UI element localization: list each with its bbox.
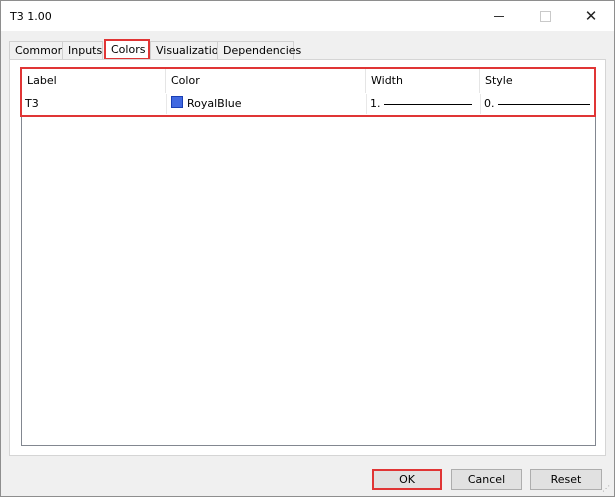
row-width-cell[interactable]: 1.	[366, 94, 480, 114]
list-header: Label Color Width Style	[22, 69, 595, 93]
color-swatch	[171, 96, 183, 108]
table-row[interactable]: T3 RoyalBlue 1. 0.	[22, 94, 595, 114]
style-line-preview	[498, 103, 590, 105]
row-style-cell[interactable]: 0.	[480, 94, 597, 114]
tab-dependencies[interactable]: Dependencies	[217, 41, 301, 59]
resize-grip-icon[interactable]: ⋰	[602, 484, 612, 494]
maximize-icon	[539, 10, 551, 22]
row-label: T3	[25, 97, 39, 110]
window-title: T3 1.00	[10, 10, 52, 23]
header-color[interactable]: Color	[166, 69, 366, 93]
tab-inputs[interactable]: Inputs	[62, 41, 103, 59]
header-label[interactable]: Label	[22, 69, 166, 93]
row-color-cell[interactable]: RoyalBlue	[166, 94, 366, 114]
title-bar: T3 1.00 ✕	[1, 1, 614, 31]
row-width-value: 1.	[370, 97, 381, 110]
tab-colors[interactable]: Colors	[104, 39, 150, 60]
tab-panel: Label Color Width Style T3 RoyalBlue 1. …	[9, 59, 606, 456]
maximize-button	[522, 1, 568, 31]
tab-visualization[interactable]: Visualization	[150, 41, 225, 59]
header-style[interactable]: Style	[480, 69, 597, 93]
width-line-preview	[384, 103, 472, 105]
reset-button[interactable]: Reset	[530, 469, 602, 490]
tab-common[interactable]: Common	[9, 41, 65, 59]
close-icon: ✕	[584, 6, 598, 25]
minimize-button[interactable]	[476, 1, 522, 31]
cancel-button[interactable]: Cancel	[451, 469, 522, 490]
row-color-name: RoyalBlue	[187, 97, 242, 110]
dialog-window: T3 1.00 ✕ Common Inputs Colors Visualiza…	[0, 0, 615, 497]
row-style-value: 0.	[484, 97, 495, 110]
ok-button[interactable]: OK	[372, 469, 442, 490]
close-button[interactable]: ✕	[568, 1, 614, 31]
minimize-icon	[494, 15, 504, 17]
colors-list[interactable]: Label Color Width Style T3 RoyalBlue 1. …	[20, 67, 596, 446]
header-width[interactable]: Width	[366, 69, 480, 93]
